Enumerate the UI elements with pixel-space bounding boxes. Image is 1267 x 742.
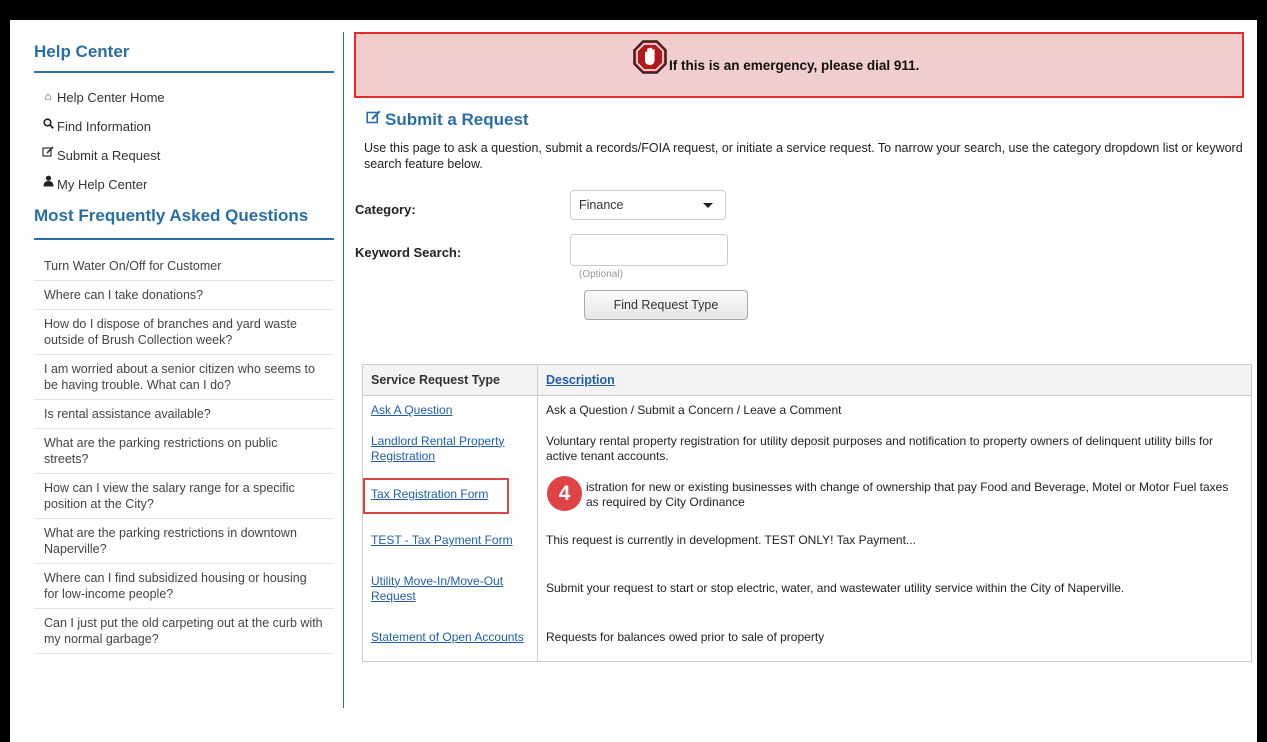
faq-item[interactable]: Where can I find subsidized housing or h… [34,564,334,609]
sidebar-item-label: Find Information [57,119,151,134]
faq-item[interactable]: Is rental assistance available? [34,400,334,429]
user-icon [42,170,54,199]
faq-item[interactable]: What are the parking restrictions in dow… [34,519,334,564]
page-description: Use this page to ask a question, submit … [364,141,1243,171]
help-center-title: Help Center [34,42,334,73]
sidebar: Help Center ⌂ Help Center Home Find Info… [34,20,334,654]
request-type-description: Submit your request to start or stop ele… [546,581,1125,595]
chevron-down-icon [703,203,713,208]
column-header-type: Service Request Type [362,364,538,396]
request-type-description: Ask a Question / Submit a Concern / Leav… [546,403,842,418]
request-type-description: Voluntary rental property registration f… [546,433,1214,463]
sidebar-divider [343,32,344,708]
faq-item[interactable]: Where can I take donations? [34,281,334,310]
find-request-type-button[interactable]: Find Request Type [584,290,748,320]
faq-title: Most Frequently Asked Questions [34,205,334,240]
faq-item[interactable]: How do I dispose of branches and yard wa… [34,310,334,355]
sidebar-item-find-information[interactable]: Find Information [34,112,334,141]
edit-icon [366,110,381,130]
category-label: Category: [355,202,416,217]
sidebar-item-label: My Help Center [57,177,148,192]
table-row: Ask A Question Ask a Question / Submit a… [362,395,1252,426]
keyword-label: Keyword Search: [355,245,462,260]
stop-hand-icon [633,40,667,79]
page: Help Center ⌂ Help Center Home Find Info… [10,20,1257,742]
highlight-box [363,478,509,514]
table-row: TEST - Tax Payment Form This request is … [362,517,1252,564]
table-row: Statement of Open Accounts Requests for … [362,613,1252,662]
emergency-alert: If this is an emergency, please dial 911… [354,32,1244,98]
search-icon [42,112,54,141]
faq-item[interactable]: Turn Water On/Off for Customer [34,252,334,281]
sidebar-item-label: Submit a Request [57,148,161,163]
request-type-description: This request is currently in development… [546,533,916,547]
keyword-row: Keyword Search: (Optional) [354,230,1244,290]
page-title: Submit a Request [366,110,1244,130]
home-icon: ⌂ [44,91,52,103]
sidebar-item-submit-a-request[interactable]: Submit a Request [34,141,334,170]
optional-hint: (Optional) [579,269,623,280]
sidebar-item-my-help-center[interactable]: My Help Center [34,170,334,199]
sidebar-item-label: Help Center Home [57,90,165,105]
step-badge: 4 [547,476,582,511]
request-type-link[interactable]: Landlord Rental Property Registration [371,434,504,463]
category-row: Category: Finance [354,190,1244,230]
find-row: Find Request Type [354,290,1244,330]
description-sort-link[interactable]: Description [546,373,615,387]
faq-item[interactable]: What are the parking restrictions on pub… [34,429,334,474]
request-type-link[interactable]: Utility Move-In/Move-Out Request [371,574,503,603]
emergency-alert-text: If this is an emergency, please dial 911… [669,58,920,73]
request-type-description: Requests for balances owed prior to sale… [546,629,825,644]
category-select[interactable]: Finance [570,190,726,220]
edit-icon [42,141,54,170]
page-title-text: Submit a Request [385,110,529,129]
keyword-search-input[interactable] [570,234,728,266]
table-row: Landlord Rental Property Registration Vo… [362,425,1252,472]
faq-item[interactable]: I am worried about a senior citizen who … [34,355,334,400]
category-select-value: Finance [579,198,624,212]
sidebar-item-help-center-home[interactable]: ⌂ Help Center Home [34,83,334,112]
faq-list: Turn Water On/Off for Customer Where can… [34,252,334,654]
request-type-description: istration for new or existing businesses… [586,479,1229,509]
table-header-row: Service Request Type Description [362,364,1252,396]
request-type-link[interactable]: Ask A Question [371,403,452,417]
faq-item[interactable]: Can I just put the old carpeting out at … [34,609,334,654]
faq-item[interactable]: How can I view the salary range for a sp… [34,474,334,519]
request-type-link[interactable]: TEST - Tax Payment Form [371,533,513,547]
request-type-link[interactable]: Statement of Open Accounts [371,630,524,644]
column-header-description[interactable]: Description [537,364,1252,396]
table-row: Utility Move-In/Move-Out Request Submit … [362,563,1252,614]
main-content: Submit a Request Use this page to ask a … [354,110,1244,330]
help-center-nav: ⌂ Help Center Home Find Information Subm… [34,83,334,199]
